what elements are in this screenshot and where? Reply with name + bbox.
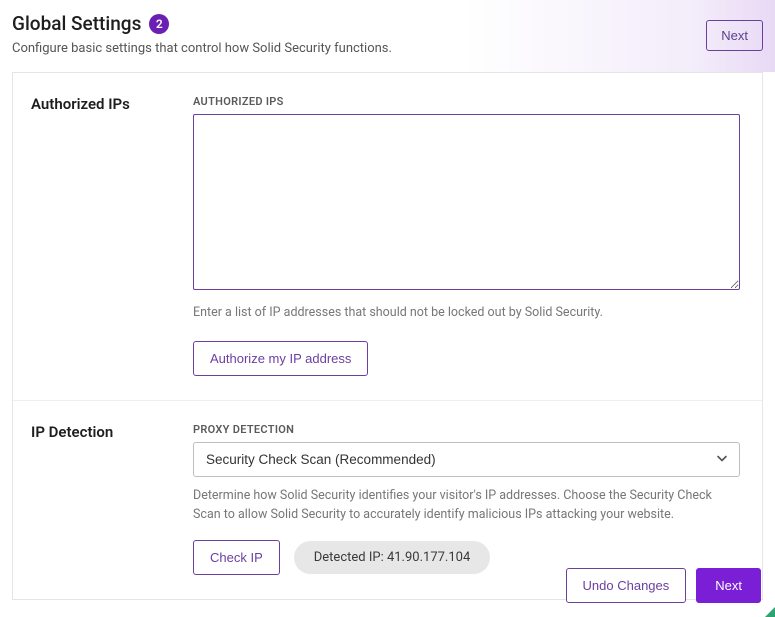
check-ip-button[interactable]: Check IP xyxy=(193,540,280,575)
proxy-caption: PROXY DETECTION xyxy=(193,423,740,436)
authorized-body: AUTHORIZED IPS Enter a list of IP addres… xyxy=(193,95,740,376)
page-header: Global Settings 2 Configure basic settin… xyxy=(0,0,775,72)
authorized-help: Enter a list of IP addresses that should… xyxy=(193,304,740,323)
page-subtitle: Configure basic settings that control ho… xyxy=(12,41,763,56)
footer-actions: Undo Changes Next xyxy=(566,568,761,603)
detected-ip-pill: Detected IP: 41.90.177.104 xyxy=(294,541,491,574)
title-row: Global Settings 2 xyxy=(12,12,763,35)
proxy-detection-select[interactable]: Security Check Scan (Recommended) xyxy=(193,442,740,477)
authorized-caption: AUTHORIZED IPS xyxy=(193,95,740,108)
proxy-select-wrap: Security Check Scan (Recommended) xyxy=(193,442,740,477)
authorize-my-ip-button[interactable]: Authorize my IP address xyxy=(193,341,368,376)
authorized-ips-textarea[interactable] xyxy=(193,114,740,290)
resize-corner-icon xyxy=(765,607,775,617)
settings-card: Authorized IPs AUTHORIZED IPS Enter a li… xyxy=(12,72,763,600)
authorized-ips-section: Authorized IPs AUTHORIZED IPS Enter a li… xyxy=(13,73,762,401)
proxy-help: Determine how Solid Security identifies … xyxy=(193,487,740,525)
undo-changes-button[interactable]: Undo Changes xyxy=(566,568,687,603)
ipdetect-body: PROXY DETECTION Security Check Scan (Rec… xyxy=(193,423,740,576)
section-label-ipdetect: IP Detection xyxy=(31,423,193,576)
step-badge: 2 xyxy=(149,14,169,34)
page-title: Global Settings xyxy=(12,12,141,35)
next-button-top[interactable]: Next xyxy=(706,20,763,51)
next-button-bottom[interactable]: Next xyxy=(696,568,761,603)
section-label-authorized: Authorized IPs xyxy=(31,95,193,376)
